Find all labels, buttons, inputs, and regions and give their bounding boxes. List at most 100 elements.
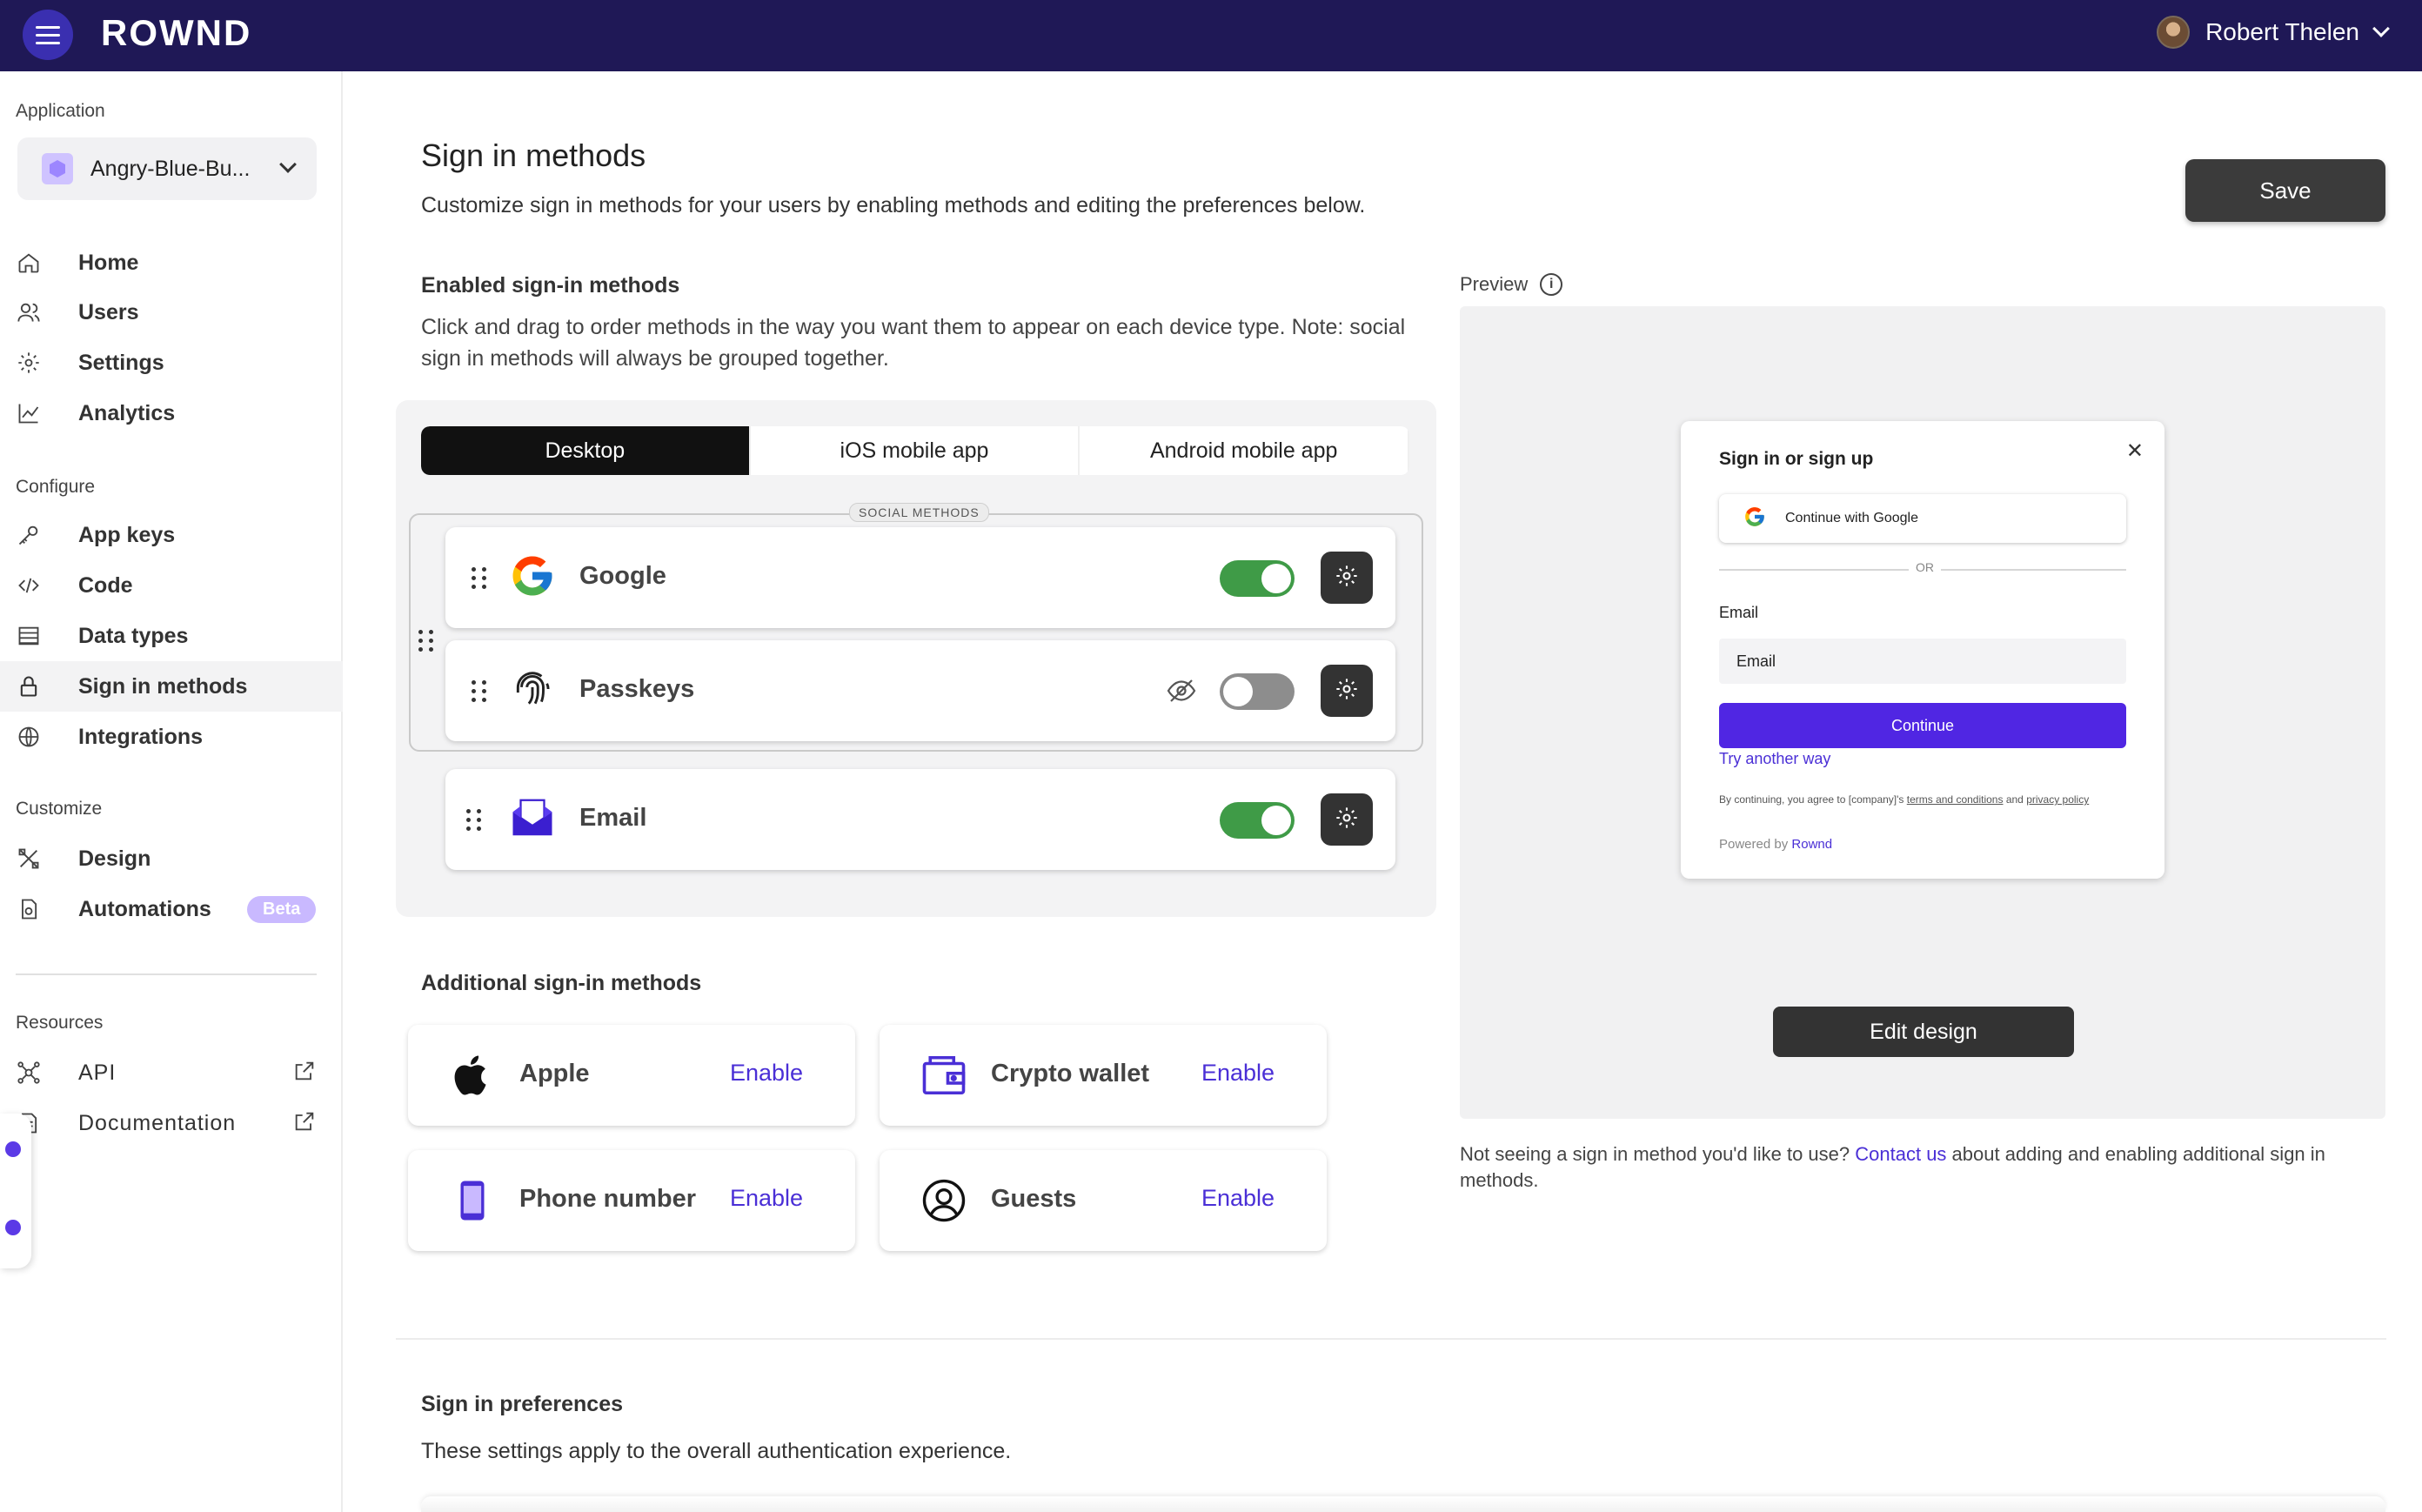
powered-prefix: Powered by [1719,837,1792,852]
additional-method-name: Crypto wallet [991,1060,1150,1087]
email-input[interactable]: Email [1719,639,2126,684]
email-settings-button[interactable] [1321,793,1373,846]
privacy-link[interactable]: privacy policy [2026,793,2089,806]
sidebar-item-api[interactable]: API [0,1047,343,1098]
continue-with-google-button[interactable]: Continue with Google [1719,494,2126,543]
preview-label: Preview i [1460,273,1563,296]
app-selector[interactable]: Angry-Blue-Bu... [17,137,317,200]
page-subtitle: Customize sign in methods for your users… [421,193,1366,217]
eye-off-icon[interactable] [1166,675,1197,711]
api-icon [16,1060,42,1086]
email-toggle[interactable] [1220,802,1295,839]
beta-badge: Beta [247,896,317,923]
additional-methods-title: Additional sign-in methods [421,971,702,995]
user-circle-icon [918,1174,970,1227]
enable-guests-button[interactable]: Enable [1201,1185,1275,1212]
external-link-icon [292,1059,317,1087]
sign-in-preferences-desc: These settings apply to the overall auth… [421,1439,1012,1463]
sidebar-item-settings[interactable]: Settings [0,338,343,388]
contact-note: Not seeing a sign in method you'd like t… [1460,1141,2382,1194]
sidebar-item-automations[interactable]: Automations Beta [0,884,343,934]
enable-crypto-wallet-button[interactable]: Enable [1201,1060,1275,1087]
external-link-icon [292,1109,317,1138]
sidebar-item-analytics[interactable]: Analytics [0,388,343,438]
sidebar-item-documentation[interactable]: Documentation [0,1098,343,1148]
menu-button[interactable] [23,10,73,60]
continue-button[interactable]: Continue [1719,703,2126,748]
floating-side-tab[interactable] [0,1114,31,1268]
social-methods-label: SOCIAL METHODS [849,503,989,522]
try-another-way-link[interactable]: Try another way [1719,750,1830,768]
drag-handle-icon[interactable] [466,809,481,831]
gear-icon [1335,806,1359,834]
enabled-methods-title: Enabled sign-in methods [421,273,680,298]
tab-desktop[interactable]: Desktop [421,426,751,475]
sidebar-item-label: Data types [78,623,189,648]
preview-label-text: Preview [1460,273,1529,295]
integrations-icon [16,724,42,750]
sidebar-item-data-types[interactable]: Data types [0,611,343,661]
sidebar-item-integrations[interactable]: Integrations [0,712,343,762]
sidebar-item-label: Sign in methods [78,673,248,699]
drag-handle-icon[interactable] [472,680,486,702]
powered-brand[interactable]: Rownd [1791,837,1832,852]
sidebar-item-label: Documentation [78,1110,237,1135]
sidebar-item-design[interactable]: Design [0,833,343,884]
apple-icon [446,1049,498,1101]
additional-method-name: Apple [519,1060,590,1087]
method-card-passkeys: Passkeys [445,640,1395,741]
sidebar-item-home[interactable]: Home [0,238,343,288]
phone-icon [446,1174,498,1227]
method-name: Passkeys [579,675,695,703]
sidebar-item-label: Settings [78,350,164,375]
sidebar-section-resources: Resources [16,1013,104,1033]
user-name: Robert Thelen [2205,18,2359,45]
automations-icon [16,896,42,922]
home-icon [16,250,42,276]
additional-method-name: Phone number [519,1185,697,1213]
additional-card-phone-number: Phone number Enable [408,1150,855,1251]
passkeys-settings-button[interactable] [1321,665,1373,717]
sidebar-item-sign-in-methods[interactable]: Sign in methods [0,661,343,712]
sidebar: Application Angry-Blue-Bu... Home Users … [0,71,343,1512]
method-name: Google [579,562,666,590]
info-icon[interactable]: i [1540,273,1563,296]
users-icon [16,299,42,325]
legal-text: By continuing, you agree to [company]'s … [1719,793,2089,806]
sidebar-item-label: API [78,1060,117,1085]
passkeys-toggle[interactable] [1220,673,1295,710]
google-toggle[interactable] [1220,560,1295,597]
additional-method-name: Guests [991,1185,1077,1213]
method-card-google: Google [445,527,1395,628]
hamburger-icon [36,23,60,47]
enable-apple-button[interactable]: Enable [730,1060,803,1087]
app-logo-icon [42,153,73,184]
drag-handle-icon[interactable] [472,567,486,589]
sidebar-item-users[interactable]: Users [0,287,343,338]
contact-us-link[interactable]: Contact us [1855,1143,1946,1165]
sidebar-item-code[interactable]: Code [0,560,343,611]
save-button[interactable]: Save [2185,159,2385,222]
device-tabs: Desktop iOS mobile app Android mobile ap… [421,426,1409,475]
enable-phone-number-button[interactable]: Enable [730,1185,803,1212]
user-circle-icon [5,1141,21,1157]
legal-and: and [2003,793,2027,806]
email-label: Email [1719,604,1759,621]
terms-link[interactable]: terms and conditions [1907,793,2004,806]
lock-icon [16,673,42,699]
code-icon [16,572,42,599]
google-settings-button[interactable] [1321,552,1373,604]
user-menu[interactable]: Robert Thelen [2157,16,2390,49]
close-icon[interactable]: ✕ [2126,438,2144,464]
sidebar-section-customize: Customize [16,799,103,819]
additional-card-apple: Apple Enable [408,1025,855,1126]
sidebar-item-app-keys[interactable]: App keys [0,510,343,560]
sidebar-section-configure: Configure [16,477,96,497]
gear-icon [1335,564,1359,592]
tab-ios[interactable]: iOS mobile app [751,426,1081,475]
enabled-methods-desc-line2: sign in methods will always be grouped t… [421,346,889,371]
sidebar-item-label: App keys [78,522,176,547]
edit-design-button[interactable]: Edit design [1773,1007,2074,1057]
tab-android[interactable]: Android mobile app [1080,426,1409,475]
group-drag-handle-icon[interactable] [418,630,433,652]
